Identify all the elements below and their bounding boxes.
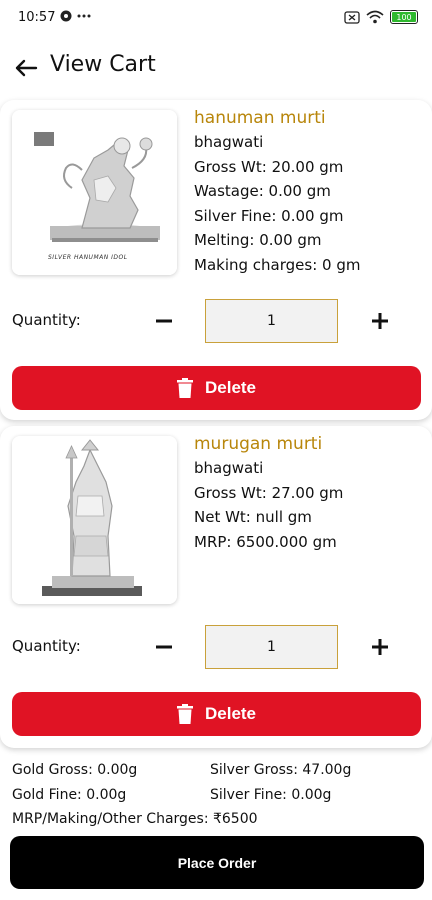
delete-button[interactable]: Delete — [12, 366, 421, 410]
silver-fine: Silver Fine: 0.00g — [210, 786, 332, 803]
product-name: hanuman murti — [194, 108, 326, 128]
summary-row: Gold Gross: 0.00g Silver Gross: 47.00g — [12, 758, 422, 783]
charges-total: MRP/Making/Other Charges: ₹6500 — [12, 811, 258, 827]
product-silver-fine: Silver Fine: 0.00 gm — [194, 206, 344, 225]
product-gross-weight: Gross Wt: 27.00 gm — [194, 483, 344, 502]
quantity-decrease-button[interactable] — [150, 629, 178, 665]
product-image[interactable] — [12, 436, 177, 604]
summary-row: Gold Fine: 0.00g Silver Fine: 0.00g — [12, 783, 422, 808]
gold-gross: Gold Gross: 0.00g — [12, 762, 138, 778]
summary-row: MRP/Making/Other Charges: ₹6500 — [12, 807, 422, 832]
sim-icon — [344, 10, 360, 24]
murugan-idol-image — [12, 436, 177, 604]
status-left-icons — [60, 10, 92, 22]
order-summary: Gold Gross: 0.00g Silver Gross: 47.00g G… — [12, 758, 422, 832]
status-right-icons: 100 — [344, 10, 418, 24]
product-wastage: Wastage: 0.00 gm — [194, 182, 331, 200]
minus-icon — [156, 319, 172, 323]
product-info: hanuman murti bhagwati Gross Wt: 20.00 g… — [194, 106, 360, 277]
product-info: murugan murti bhagwati Gross Wt: 27.00 g… — [194, 432, 343, 554]
status-bar: 10:57 100 — [0, 0, 432, 36]
plus-icon — [372, 639, 388, 655]
arrow-left-icon[interactable] — [12, 54, 40, 82]
delete-button[interactable]: Delete — [12, 692, 421, 736]
delete-label: Delete — [204, 378, 257, 397]
quantity-input[interactable]: 1 — [205, 299, 338, 343]
plus-icon — [372, 313, 388, 329]
product-net-weight: Net Wt: null gm — [194, 508, 312, 526]
hanuman-idol-image — [12, 110, 177, 275]
wifi-icon — [366, 10, 384, 24]
quantity-increase-button[interactable] — [366, 629, 394, 665]
product-mrp: MRP: 6500.000 gm — [194, 532, 337, 551]
product-brand: bhagwati — [194, 459, 264, 477]
minus-icon — [156, 645, 172, 649]
battery-icon: 100 — [390, 10, 418, 24]
quantity-label: Quantity: — [12, 637, 81, 655]
trash-icon — [176, 378, 193, 398]
silver-gross: Silver Gross: 47.00g — [210, 762, 352, 778]
delete-label: Delete — [204, 704, 257, 723]
quantity-decrease-button[interactable] — [150, 303, 178, 339]
cart-item-card: murugan murti bhagwati Gross Wt: 27.00 g… — [0, 426, 432, 748]
product-melting: Melting: 0.00 gm — [194, 231, 322, 249]
quantity-row: Quantity: 1 — [0, 625, 432, 669]
product-image[interactable]: SILVER HANUMAN IDOL — [12, 110, 177, 275]
battery-level: 100 — [392, 12, 416, 22]
quantity-label: Quantity: — [12, 311, 81, 329]
gold-fine: Gold Fine: 0.00g — [12, 786, 127, 803]
product-gross-weight: Gross Wt: 20.00 gm — [194, 157, 344, 176]
image-caption: SILVER HANUMAN IDOL — [48, 254, 128, 261]
trash-icon — [176, 704, 193, 724]
product-brand: bhagwati — [194, 133, 264, 151]
cart-item-card: SILVER HANUMAN IDOL hanuman murti bhagwa… — [0, 100, 432, 420]
more-icon — [77, 14, 91, 18]
quantity-input[interactable]: 1 — [205, 625, 338, 669]
page-title: View Cart — [50, 52, 156, 77]
app-icon — [60, 10, 72, 22]
product-making-charges: Making charges: 0 gm — [194, 255, 361, 274]
app-header: View Cart — [0, 40, 432, 96]
place-order-button[interactable]: Place Order — [10, 836, 424, 889]
quantity-increase-button[interactable] — [366, 303, 394, 339]
quantity-row: Quantity: 1 — [0, 299, 432, 343]
product-name: murugan murti — [194, 434, 323, 454]
status-time: 10:57 — [18, 10, 56, 25]
